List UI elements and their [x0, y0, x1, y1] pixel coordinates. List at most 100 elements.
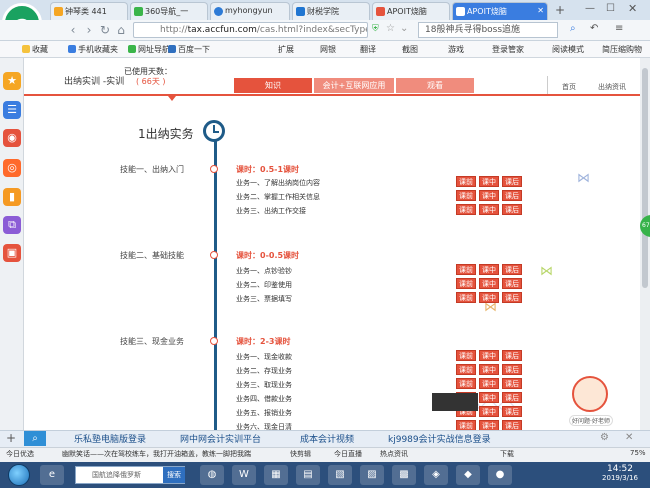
favorites-button[interactable]: 收藏 — [22, 44, 48, 56]
in-class-button[interactable]: 课中 — [479, 420, 499, 430]
news-headline[interactable]: 幽默笑话——次在驾校练车，我打开油箱盖，教练一脚把我踹 — [62, 449, 282, 459]
favorites-star-icon[interactable]: ★ — [3, 72, 21, 90]
task-item[interactable]: 业务六、现金日清 — [236, 422, 292, 430]
search-icon[interactable]: ⌕ — [24, 431, 46, 446]
after-class-button[interactable]: 课后 — [502, 292, 522, 303]
in-class-button[interactable]: 课中 — [479, 392, 499, 403]
home-link[interactable]: 首页 — [562, 82, 576, 92]
app-icon[interactable]: ◈ — [424, 465, 448, 485]
tab-4[interactable]: 财税学院 — [292, 2, 370, 20]
system-clock[interactable]: 14:52 2019/3/16 — [592, 464, 648, 482]
task-item[interactable]: 业务三、出纳工作交接 — [236, 206, 306, 216]
app-icon[interactable]: ▨ — [360, 465, 384, 485]
app-icon[interactable]: ▩ — [392, 465, 416, 485]
ebank-button[interactable]: 网银 — [320, 44, 336, 56]
task-item[interactable]: 业务二、掌握工作相关信息 — [236, 192, 320, 202]
before-class-button[interactable]: 课前 — [456, 364, 476, 375]
task-item[interactable]: 业务一、点钞验钞 — [236, 266, 292, 276]
task-item[interactable]: 业务四、借款业务 — [236, 394, 292, 404]
ticker-link[interactable]: kj9989会计实战信息登录 — [388, 432, 491, 445]
list-icon[interactable]: ☰ — [3, 101, 21, 119]
app-icon[interactable]: ▤ — [296, 465, 320, 485]
after-class-button[interactable]: 课后 — [502, 392, 522, 403]
reading-mode-button[interactable]: 阅读模式 — [552, 44, 584, 56]
live-today[interactable]: 今日直播 — [334, 449, 362, 459]
before-class-button[interactable]: 课前 — [456, 292, 476, 303]
after-class-button[interactable]: 课后 — [502, 264, 522, 275]
downloads[interactable]: 下载 — [500, 449, 514, 459]
app-icon[interactable]: ◆ — [456, 465, 480, 485]
after-class-button[interactable]: 课后 — [502, 378, 522, 389]
address-bar[interactable]: http://tax.accfun.com/cas.html?index&sec… — [133, 22, 368, 38]
minimize-icon[interactable]: — — [585, 3, 595, 14]
in-class-button[interactable]: 课中 — [479, 406, 499, 417]
mobile-favorites-link[interactable]: 手机收藏夹 — [68, 44, 118, 56]
nav-tab-knowledge[interactable]: 知识 — [234, 78, 312, 93]
site-nav-link[interactable]: 网址导航 — [128, 44, 170, 56]
scrollbar-thumb[interactable] — [642, 68, 648, 288]
translate-button[interactable]: 翻译 — [360, 44, 376, 56]
quick-edit[interactable]: 快剪辑 — [290, 449, 311, 459]
task-item[interactable]: 业务一、现金收款 — [236, 352, 292, 362]
game-icon[interactable]: ▣ — [3, 244, 21, 262]
baidu-link[interactable]: 百度一下 — [168, 44, 210, 56]
ticker-link[interactable]: 乐私塾电脑版登录 — [74, 432, 146, 445]
word-app-icon[interactable]: W — [232, 465, 256, 485]
close-icon[interactable]: ✕ — [625, 432, 633, 443]
before-class-button[interactable]: 课前 — [456, 176, 476, 187]
tab-3[interactable]: myhongyun — [210, 2, 290, 20]
task-item[interactable]: 业务二、存现业务 — [236, 366, 292, 376]
menu-icon[interactable]: ≡ — [615, 23, 623, 34]
task-item[interactable]: 业务三、取现业务 — [236, 380, 292, 390]
bookmark-icon[interactable]: ⧉ — [3, 216, 21, 234]
before-class-button[interactable]: 课前 — [456, 350, 476, 361]
before-class-button[interactable]: 课前 — [456, 190, 476, 201]
in-class-button[interactable]: 课中 — [479, 278, 499, 289]
chrome-app-icon[interactable]: ◍ — [200, 465, 224, 485]
close-tab-icon[interactable]: ✕ — [537, 6, 544, 15]
target-icon[interactable]: ◎ — [3, 159, 21, 177]
before-class-button[interactable]: 课前 — [456, 264, 476, 275]
after-class-button[interactable]: 课后 — [502, 420, 522, 430]
forward-icon[interactable]: › — [82, 22, 96, 38]
task-item[interactable]: 业务一、了解出纳岗位内容 — [236, 178, 320, 188]
login-manager-button[interactable]: 登录管家 — [492, 44, 524, 56]
after-class-button[interactable]: 课后 — [502, 350, 522, 361]
plus-icon[interactable]: + — [6, 431, 16, 445]
in-class-button[interactable]: 课中 — [479, 378, 499, 389]
refresh-icon[interactable]: ↻ — [98, 22, 112, 38]
before-class-button[interactable]: 课前 — [456, 378, 476, 389]
task-item[interactable]: 业务二、印鉴使用 — [236, 280, 292, 290]
games-button[interactable]: 游戏 — [448, 44, 464, 56]
tab-2[interactable]: 360导航_一 — [130, 2, 208, 20]
app-icon[interactable]: ▧ — [328, 465, 352, 485]
after-class-button[interactable]: 课后 — [502, 278, 522, 289]
in-class-button[interactable]: 课中 — [479, 364, 499, 375]
daily-picks[interactable]: 今日优选 — [6, 449, 34, 459]
after-class-button[interactable]: 课后 — [502, 204, 522, 215]
shield-icon[interactable]: ⛨ — [372, 24, 379, 34]
task-item[interactable]: 业务三、票据填写 — [236, 294, 292, 304]
shopping-button[interactable]: 简压缩购物 — [602, 44, 648, 56]
star-icon[interactable]: ☆ — [386, 23, 395, 34]
tab-6-active[interactable]: APOIT烧脑 ✕ — [452, 2, 548, 20]
in-class-button[interactable]: 课中 — [479, 292, 499, 303]
extensions-button[interactable]: 扩展 — [278, 44, 294, 56]
close-window-icon[interactable]: ✕ — [628, 2, 637, 15]
cashier-news-link[interactable]: 出纳资讯 — [598, 82, 626, 92]
in-class-button[interactable]: 课中 — [479, 190, 499, 201]
gear-icon[interactable]: ⚙ — [600, 432, 609, 443]
book-icon[interactable]: ▮ — [3, 188, 21, 206]
video-control-overlay[interactable] — [432, 393, 478, 411]
nav-tab-watch[interactable]: 观看 — [396, 78, 474, 93]
back-icon[interactable]: ‹ — [66, 22, 80, 38]
before-class-button[interactable]: 课前 — [456, 420, 476, 430]
assistant-avatar[interactable] — [572, 376, 608, 412]
tab-1[interactable]: 钟琴类 441 — [50, 2, 128, 20]
tab-5[interactable]: APOIT烧脑 — [372, 2, 450, 20]
ticker-link[interactable]: 网中网会计实训平台 — [180, 432, 261, 445]
home-icon[interactable]: ⌂ — [114, 22, 128, 38]
screenshot-button[interactable]: 截图 — [402, 44, 418, 56]
in-class-button[interactable]: 课中 — [479, 350, 499, 361]
search-input[interactable]: 18般神兵寻得boss追施 — [418, 22, 558, 38]
